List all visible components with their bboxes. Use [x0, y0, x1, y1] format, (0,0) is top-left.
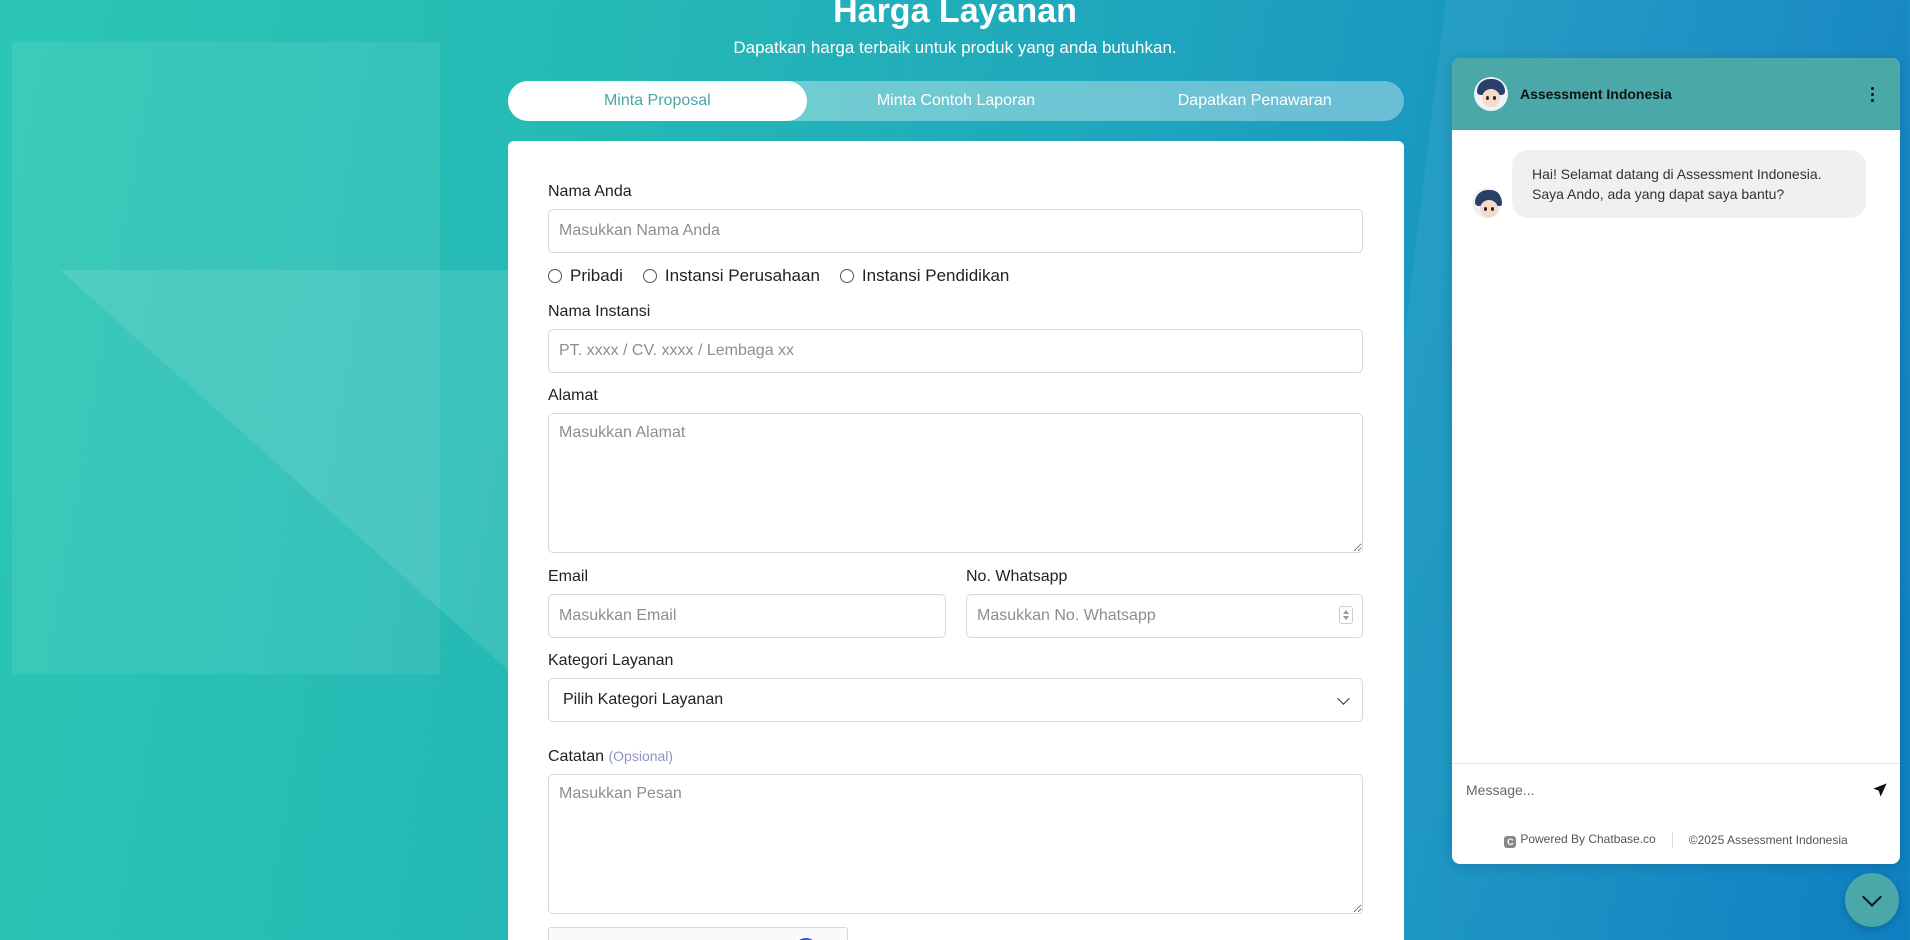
more-options-icon[interactable]: [1867, 83, 1878, 106]
chat-toggle-button[interactable]: [1845, 873, 1899, 927]
bot-avatar-small: [1472, 188, 1502, 218]
tab-dapatkan-penawaran[interactable]: Dapatkan Penawaran: [1105, 81, 1404, 121]
email-input[interactable]: [548, 594, 946, 638]
notes-label-text: Catatan: [548, 748, 605, 765]
radio-circle-icon: [548, 269, 562, 283]
stepper-up-icon: [1343, 610, 1349, 614]
message-line: Hai! Selamat datang di Assessment Indone…: [1532, 166, 1822, 182]
chat-footer: C Powered By Chatbase.co ©2025 Assessment…: [1452, 815, 1900, 864]
chevron-down-icon: [1337, 691, 1350, 705]
address-textarea[interactable]: [548, 413, 1363, 553]
powered-by-link[interactable]: C Powered By Chatbase.co: [1504, 831, 1656, 848]
bot-message-bubble: Hai! Selamat datang di Assessment Indone…: [1512, 150, 1866, 218]
powered-by-text: Powered By Chatbase.co: [1520, 831, 1656, 846]
stepper-down-icon: [1343, 616, 1349, 620]
chatbase-logo-icon: C: [1504, 835, 1517, 848]
message-line: Saya Ando, ada yang dapat saya bantu?: [1532, 186, 1785, 202]
page-title: Harga Layanan: [833, 0, 1077, 30]
radio-circle-icon: [839, 269, 854, 283]
tab-bar: Minta Proposal Minta Contoh Laporan Dapa…: [508, 81, 1404, 121]
proposal-form: Nama Anda Pribadi Instansi Perusahaan In…: [508, 141, 1404, 940]
captcha-widget[interactable]: [548, 927, 848, 940]
notes-label: Catatan (Opsional): [548, 748, 673, 766]
radio-label: Instansi Perusahaan: [664, 266, 820, 285]
page-subtitle: Dapatkan harga terbaik untuk produk yang…: [733, 38, 1177, 57]
whatsapp-input[interactable]: [966, 594, 1363, 638]
category-select[interactable]: Pilih Kategori Layanan: [548, 678, 1363, 722]
bot-avatar: [1474, 77, 1508, 111]
footer-divider: [1671, 831, 1673, 848]
chat-input-row: [1452, 763, 1900, 815]
radio-circle-icon: [642, 269, 657, 283]
institution-input[interactable]: [548, 329, 1363, 373]
address-label: Alamat: [548, 387, 598, 404]
radio-instansi-perusahaan[interactable]: Instansi Perusahaan: [642, 266, 820, 286]
category-selected-value: Pilih Kategori Layanan: [563, 691, 724, 708]
radio-instansi-pendidikan[interactable]: Instansi Pendidikan: [839, 266, 1010, 286]
notes-textarea[interactable]: [548, 774, 1363, 914]
name-input[interactable]: [548, 209, 1363, 253]
email-label: Email: [548, 568, 589, 585]
name-label: Nama Anda: [548, 183, 632, 200]
chevron-down-icon: [1862, 887, 1882, 907]
radio-label: Pribadi: [570, 266, 623, 285]
whatsapp-label: No. Whatsapp: [966, 568, 1068, 585]
category-label: Kategori Layanan: [548, 652, 674, 669]
chat-message-input[interactable]: [1464, 780, 1872, 799]
chat-title: Assessment Indonesia: [1520, 86, 1672, 102]
radio-pribadi[interactable]: Pribadi: [548, 266, 623, 286]
tab-minta-proposal[interactable]: Minta Proposal: [508, 81, 807, 121]
send-icon[interactable]: [1872, 782, 1888, 798]
chat-widget: Assessment Indonesia Hai! Selamat datang…: [1452, 58, 1900, 864]
chat-messages: Hai! Selamat datang di Assessment Indone…: [1452, 130, 1900, 763]
radio-label: Instansi Pendidikan: [861, 266, 1010, 285]
tab-minta-contoh-laporan[interactable]: Minta Contoh Laporan: [807, 81, 1106, 121]
chat-header: Assessment Indonesia: [1452, 58, 1900, 130]
copyright-text: ©2025 Assessment Indonesia: [1688, 832, 1848, 847]
entity-type-radio-group: Pribadi Instansi Perusahaan Instansi Pen…: [548, 266, 1009, 286]
number-stepper[interactable]: [1339, 606, 1353, 624]
institution-label: Nama Instansi: [548, 303, 651, 320]
whatsapp-field-wrapper: [966, 594, 1363, 638]
optional-hint: (Opsional): [608, 748, 674, 764]
